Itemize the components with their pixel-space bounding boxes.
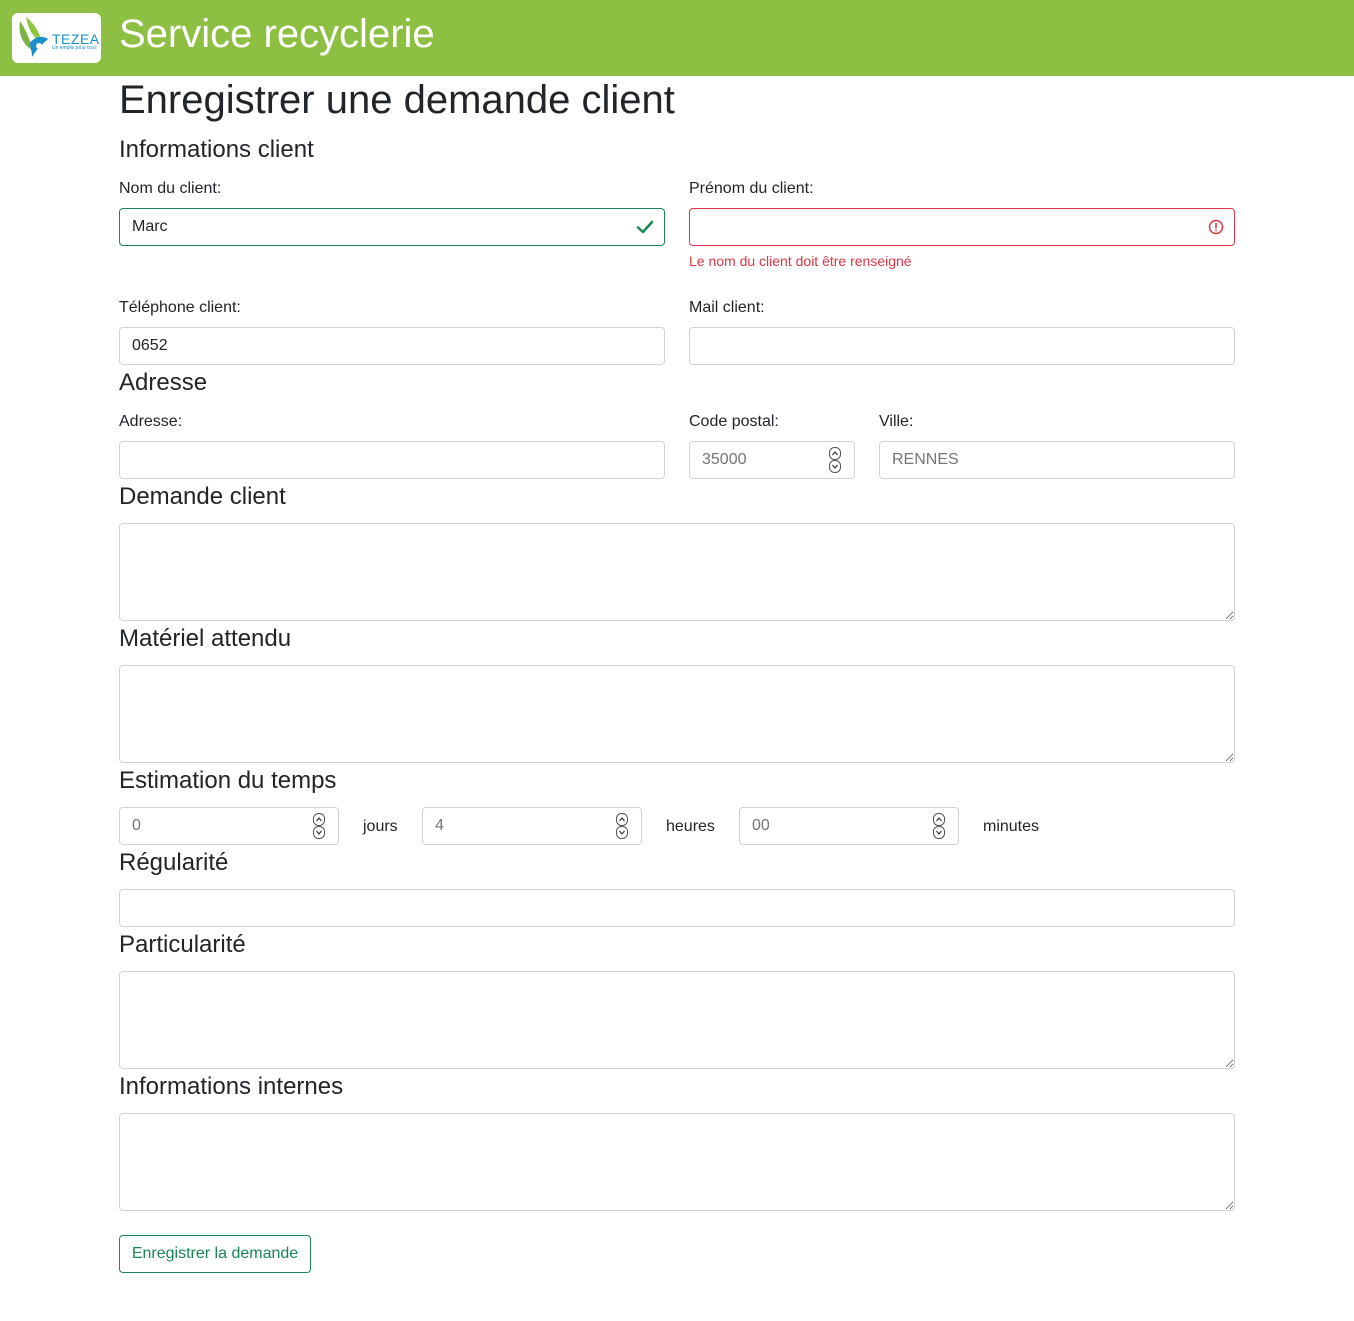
address-input[interactable] <box>119 441 665 479</box>
minutes-input[interactable] <box>739 807 959 845</box>
hours-input[interactable] <box>422 807 642 845</box>
section-address: Adresse <box>119 369 208 396</box>
section-time-estimate: Estimation du temps <box>119 767 337 794</box>
page-title: Enregistrer une demande client <box>119 78 675 122</box>
regularity-input[interactable] <box>119 889 1235 927</box>
email-input[interactable] <box>689 327 1235 365</box>
logo-tagline: Un emploi pour tous <box>52 45 97 51</box>
section-regularity: Régularité <box>119 849 229 876</box>
first-name-label: Prénom du client: <box>689 180 814 197</box>
submit-button[interactable]: Enregistrer la demande <box>119 1235 311 1273</box>
city-label: Ville: <box>879 413 914 430</box>
section-internal-info: Informations internes <box>119 1073 344 1100</box>
request-textarea[interactable] <box>119 523 1235 621</box>
app-header: TEZEA Un emploi pour tous Service recycl… <box>0 0 1354 76</box>
tezea-logo[interactable]: TEZEA Un emploi pour tous <box>12 13 101 63</box>
phone-label: Téléphone client: <box>119 299 241 316</box>
hours-spinner-icon[interactable] <box>616 813 628 839</box>
days-unit: jours <box>363 818 398 835</box>
section-material: Matériel attendu <box>119 625 292 652</box>
minutes-spinner-icon[interactable] <box>933 813 945 839</box>
email-label: Mail client: <box>689 299 765 316</box>
address-label: Adresse: <box>119 413 183 430</box>
internal-info-textarea[interactable] <box>119 1113 1235 1211</box>
postal-code-label: Code postal: <box>689 413 779 430</box>
last-name-label: Nom du client: <box>119 180 222 197</box>
hours-unit: heures <box>666 818 715 835</box>
material-textarea[interactable] <box>119 665 1235 763</box>
error-icon <box>1208 219 1224 235</box>
check-icon <box>636 220 654 234</box>
section-client-info: Informations client <box>119 136 314 163</box>
first-name-error: Le nom du client doit être renseigné <box>689 253 912 269</box>
section-particularity: Particularité <box>119 931 246 958</box>
section-request: Demande client <box>119 483 286 510</box>
phone-input[interactable] <box>119 327 665 365</box>
app-title: Service recyclerie <box>119 12 435 56</box>
first-name-input[interactable] <box>689 208 1235 246</box>
minutes-unit: minutes <box>983 818 1040 835</box>
postal-code-spinner-icon[interactable] <box>829 447 841 473</box>
days-input[interactable] <box>119 807 339 845</box>
city-input[interactable] <box>879 441 1235 479</box>
particularity-textarea[interactable] <box>119 971 1235 1069</box>
days-spinner-icon[interactable] <box>313 813 325 839</box>
last-name-input[interactable] <box>119 208 665 246</box>
